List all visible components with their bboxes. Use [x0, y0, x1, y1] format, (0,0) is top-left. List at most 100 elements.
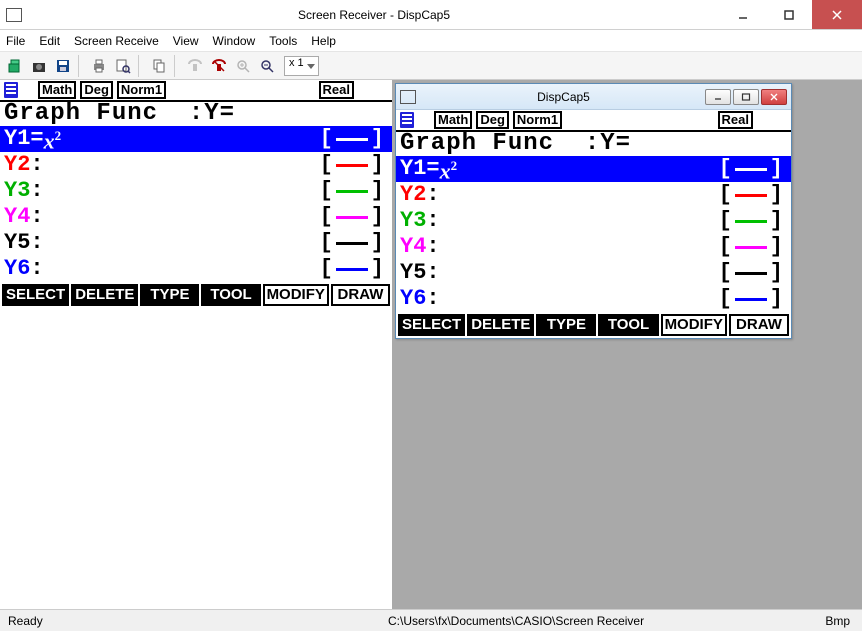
softkey-delete[interactable]: DELETE [467, 314, 534, 336]
softkey-type[interactable]: TYPE [536, 314, 596, 336]
line-style: [] [320, 231, 384, 255]
tag-norm: Norm1 [513, 111, 562, 129]
func-sep: : [426, 287, 439, 311]
toolbar: x 1 [0, 52, 862, 80]
softkey-modify[interactable]: MODIFY [263, 284, 329, 306]
print-button[interactable] [88, 55, 110, 77]
menu-bar: File Edit Screen Receive View Window Too… [0, 30, 862, 52]
func-row-Y3[interactable]: Y3:[] [396, 208, 791, 234]
func-row-Y2[interactable]: Y2:[] [396, 182, 791, 208]
title-bar: Screen Receiver - DispCap5 [0, 0, 862, 30]
connect-button[interactable] [4, 55, 26, 77]
save-button[interactable] [52, 55, 74, 77]
func-sep: = [426, 157, 439, 181]
func-row-Y1[interactable]: Y1=x2 [] [396, 156, 791, 182]
close-button[interactable] [812, 0, 862, 29]
line-style: [] [719, 261, 783, 285]
calc-headline: Graph Func :Y= [0, 102, 392, 126]
child-app-icon [400, 90, 416, 104]
child-maximize-button[interactable] [733, 89, 759, 105]
softkey-tool[interactable]: TOOL [201, 284, 260, 306]
copy-button[interactable] [148, 55, 170, 77]
softkey-type[interactable]: TYPE [140, 284, 199, 306]
headline-left: Graph Func [4, 100, 158, 127]
softkey-modify[interactable]: MODIFY [661, 314, 727, 336]
zoom-value: x 1 [289, 57, 304, 69]
func-row-Y6[interactable]: Y6:[] [396, 286, 791, 312]
headline-right: :Y= [189, 100, 235, 127]
func-sep: : [30, 179, 43, 203]
menu-screen-receive[interactable]: Screen Receive [74, 34, 159, 48]
line-style: [] [719, 287, 783, 311]
battery-icon [400, 112, 414, 128]
func-row-Y5[interactable]: Y5:[] [0, 230, 392, 256]
record-start-button[interactable] [184, 55, 206, 77]
capture-button[interactable] [28, 55, 50, 77]
func-label: Y3 [400, 209, 426, 233]
func-row-Y2[interactable]: Y2:[] [0, 152, 392, 178]
child-title-bar[interactable]: DispCap5 [396, 84, 791, 110]
headline-left: Graph Func [400, 130, 554, 157]
window-title: Screen Receiver - DispCap5 [28, 8, 720, 22]
line-style: [] [719, 235, 783, 259]
line-style: [] [320, 179, 384, 203]
line-style: [] [719, 157, 783, 181]
line-style: [] [320, 153, 384, 177]
softkey-select[interactable]: SELECT [398, 314, 465, 336]
func-row-Y3[interactable]: Y3:[] [0, 178, 392, 204]
minimize-button[interactable] [720, 0, 766, 29]
client-area: MathDegNorm1RealGraph Func :Y=Y1=x2[]Y2:… [0, 80, 862, 609]
func-sep: : [30, 231, 43, 255]
tag-deg: Deg [80, 81, 113, 99]
print-preview-button[interactable] [112, 55, 134, 77]
func-row-Y5[interactable]: Y5:[] [396, 260, 791, 286]
app-icon [0, 8, 28, 22]
func-label: Y2 [400, 183, 426, 207]
func-row-Y1[interactable]: Y1=x2[] [0, 126, 392, 152]
menu-view[interactable]: View [173, 34, 199, 48]
zoom-in-button[interactable] [232, 55, 254, 77]
func-label: Y1 [400, 157, 426, 181]
softkey-select[interactable]: SELECT [2, 284, 69, 306]
status-ready: Ready [0, 614, 380, 628]
softkey-draw[interactable]: DRAW [729, 314, 789, 336]
status-bar: Ready C:\Users\fx\Documents\CASIO\Screen… [0, 609, 862, 631]
softkey-draw[interactable]: DRAW [331, 284, 390, 306]
child-title: DispCap5 [422, 90, 705, 104]
func-expr: x2 [440, 154, 458, 183]
tag-math: Math [38, 81, 76, 99]
maximize-button[interactable] [766, 0, 812, 29]
menu-window[interactable]: Window [213, 34, 256, 48]
calc-headline: Graph Func :Y= [396, 132, 791, 156]
zoom-select[interactable]: x 1 [284, 56, 319, 76]
func-row-Y4[interactable]: Y4: [] [396, 234, 791, 260]
softkey-tool[interactable]: TOOL [598, 314, 658, 336]
menu-edit[interactable]: Edit [39, 34, 60, 48]
func-label: Y6 [4, 257, 30, 281]
line-style: [] [719, 209, 783, 233]
menu-file[interactable]: File [6, 34, 25, 48]
zoom-out-button[interactable] [256, 55, 278, 77]
func-sep: : [30, 257, 43, 281]
child-close-button[interactable] [761, 89, 787, 105]
softkey-bar: SELECTDELETETYPETOOLMODIFYDRAW [0, 282, 392, 308]
child-window[interactable]: DispCap5 MathDegNorm1RealGraph Func :Y=Y… [395, 83, 792, 339]
headline-right: :Y= [585, 130, 631, 157]
func-label: Y5 [400, 261, 426, 285]
softkey-delete[interactable]: DELETE [71, 284, 138, 306]
func-row-Y4[interactable]: Y4:[] [0, 204, 392, 230]
live-panel: MathDegNorm1RealGraph Func :Y=Y1=x2[]Y2:… [0, 80, 392, 609]
func-label: Y4 [400, 235, 426, 259]
tag-deg: Deg [476, 111, 509, 129]
menu-tools[interactable]: Tools [269, 34, 297, 48]
func-sep: : [426, 235, 439, 259]
record-stop-button[interactable] [208, 55, 230, 77]
line-style: [] [719, 183, 783, 207]
status-format: Bmp [812, 614, 862, 628]
func-sep: : [30, 205, 43, 229]
func-label: Y2 [4, 153, 30, 177]
menu-help[interactable]: Help [311, 34, 336, 48]
line-style: [] [320, 127, 384, 151]
child-minimize-button[interactable] [705, 89, 731, 105]
func-row-Y6[interactable]: Y6:[] [0, 256, 392, 282]
